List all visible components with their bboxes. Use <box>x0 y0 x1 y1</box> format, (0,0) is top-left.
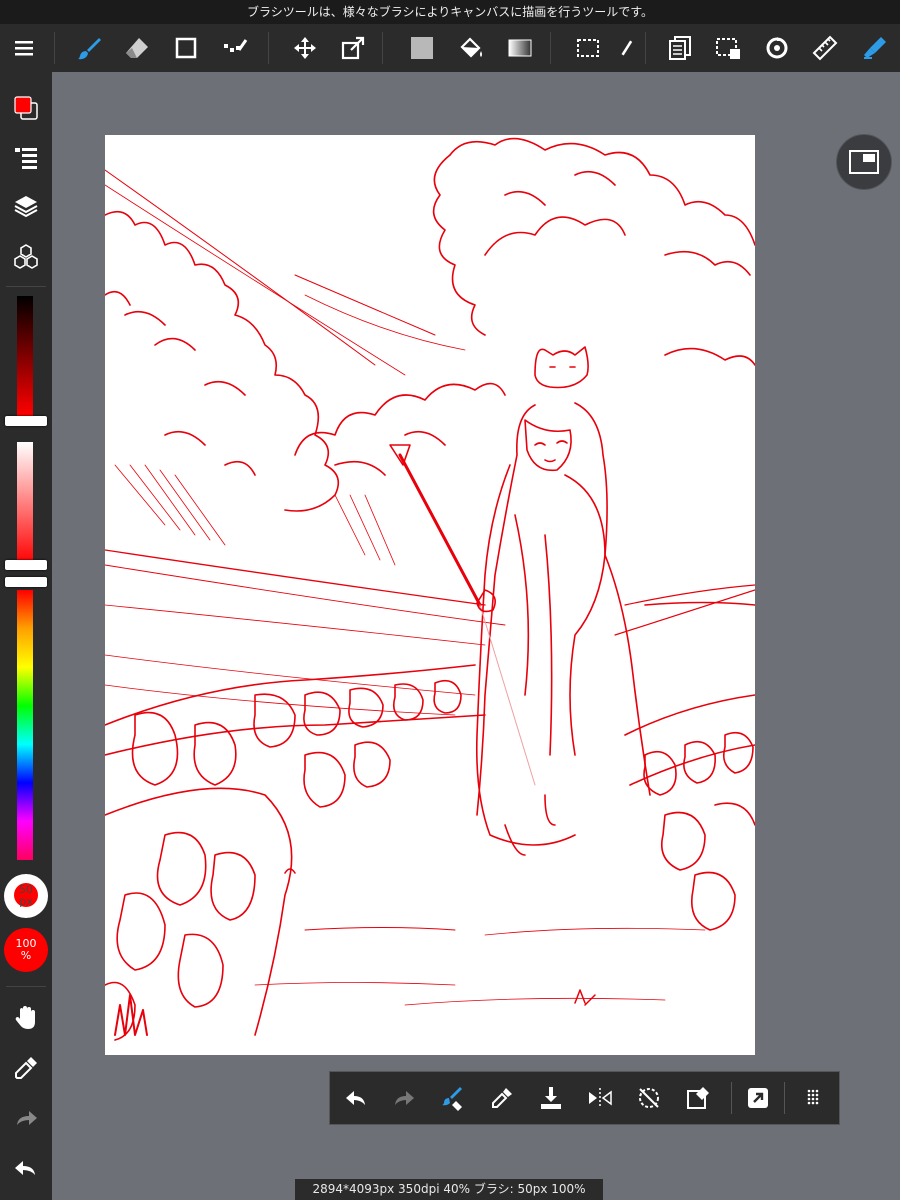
undo-icon <box>15 1161 35 1175</box>
pen-pressure-button[interactable] <box>855 24 895 72</box>
fill-color-button[interactable] <box>402 24 442 72</box>
bucket-icon <box>460 37 482 58</box>
eyedropper-icon <box>15 1057 37 1079</box>
gradient-icon <box>508 39 532 57</box>
undo-button[interactable] <box>6 1148 46 1188</box>
clear-icon <box>687 1087 709 1109</box>
move-icon <box>294 37 316 59</box>
gradient-tool-button[interactable] <box>500 24 540 72</box>
shape-icon <box>175 37 197 59</box>
move-tool-button[interactable] <box>285 24 325 72</box>
quickbar-settings-button[interactable] <box>793 1078 833 1118</box>
bucket-tool-button[interactable] <box>451 24 491 72</box>
eraser-icon <box>126 38 148 58</box>
line-tool-button[interactable] <box>215 24 255 72</box>
undo-quick-button[interactable] <box>336 1078 376 1118</box>
hand-icon <box>15 1006 35 1029</box>
materials-icon <box>14 244 38 269</box>
rotate-reset-icon <box>639 1088 659 1108</box>
brush-size-indicator[interactable]: 50 px <box>4 874 48 918</box>
eyedropper-icon <box>492 1088 512 1108</box>
share-icon <box>748 1088 768 1108</box>
snap-button[interactable] <box>757 24 797 72</box>
ruler-button[interactable] <box>805 24 845 72</box>
brightness-slider[interactable] <box>17 296 33 416</box>
snap-icon <box>766 37 788 59</box>
saturation-handle[interactable] <box>5 560 47 570</box>
navigator-icon <box>849 150 879 174</box>
color-swatch[interactable] <box>6 88 46 128</box>
clear-layer-button[interactable] <box>678 1078 718 1118</box>
drawing-canvas[interactable] <box>105 135 755 1055</box>
brightness-handle[interactable] <box>5 416 47 426</box>
magic-wand-icon <box>621 40 633 56</box>
pen-icon <box>864 37 886 59</box>
ruler-icon <box>812 35 838 61</box>
magic-wand-button[interactable] <box>614 24 638 72</box>
top-toolbar <box>0 24 900 72</box>
grid-dots-icon <box>807 1089 819 1105</box>
menu-button[interactable] <box>4 24 44 72</box>
brush-swap-icon <box>442 1087 462 1111</box>
deselect-button[interactable] <box>708 24 748 72</box>
saturation-slider[interactable] <box>17 442 33 564</box>
undo-icon <box>346 1091 365 1105</box>
hand-tool-button[interactable] <box>6 998 46 1038</box>
brush-eraser-swap-button[interactable] <box>433 1078 473 1118</box>
menu-icon <box>15 41 33 56</box>
eyedropper-quick-button[interactable] <box>482 1078 522 1118</box>
redo-icon <box>395 1091 414 1105</box>
brush-list-icon <box>15 148 37 169</box>
flip-canvas-button[interactable] <box>580 1078 620 1118</box>
tooltip-bar: ブラシツールは、様々なブラシによりキャンバスに描画を行うツールです。 <box>0 0 900 24</box>
select-icon <box>577 39 599 57</box>
quick-access-bar <box>329 1071 840 1125</box>
brush-list-button[interactable] <box>6 138 46 178</box>
fill-color-icon <box>411 37 433 59</box>
opacity-unit: % <box>20 949 32 962</box>
copy-layer-button[interactable] <box>660 24 700 72</box>
redo-icon <box>17 1111 37 1125</box>
status-bar: 2894*4093px 350dpi 40% ブラシ: 50px 100% <box>295 1179 603 1200</box>
hue-handle[interactable] <box>5 577 47 587</box>
eraser-tool-button[interactable] <box>117 24 157 72</box>
deselect-icon <box>716 38 740 59</box>
left-sidebar: 50 px 100 % <box>0 72 52 1200</box>
redo-button[interactable] <box>6 1098 46 1138</box>
brush-tool-button[interactable] <box>69 24 109 72</box>
transform-tool-button[interactable] <box>333 24 373 72</box>
transform-icon <box>341 36 365 60</box>
color-swatch-icon <box>14 96 38 120</box>
materials-button[interactable] <box>6 236 46 276</box>
eyedropper-tool-button[interactable] <box>6 1048 46 1088</box>
layers-button[interactable] <box>6 186 46 226</box>
dot-line-icon <box>224 39 248 52</box>
reset-rotation-button[interactable] <box>629 1078 669 1118</box>
hue-slider[interactable] <box>17 590 33 860</box>
brush-size-unit: px <box>19 895 33 908</box>
copy-layer-icon <box>669 36 691 60</box>
brush-icon <box>78 38 101 60</box>
save-icon <box>541 1087 561 1109</box>
sketch-artwork <box>105 137 755 1041</box>
shape-tool-button[interactable] <box>166 24 206 72</box>
save-button[interactable] <box>531 1078 571 1118</box>
redo-quick-button[interactable] <box>384 1078 424 1118</box>
opacity-indicator[interactable]: 100 % <box>4 928 48 972</box>
flip-icon <box>589 1088 612 1108</box>
share-button[interactable] <box>738 1078 778 1118</box>
select-tool-button[interactable] <box>568 24 608 72</box>
navigator-button[interactable] <box>836 134 892 190</box>
layers-icon <box>14 196 38 218</box>
